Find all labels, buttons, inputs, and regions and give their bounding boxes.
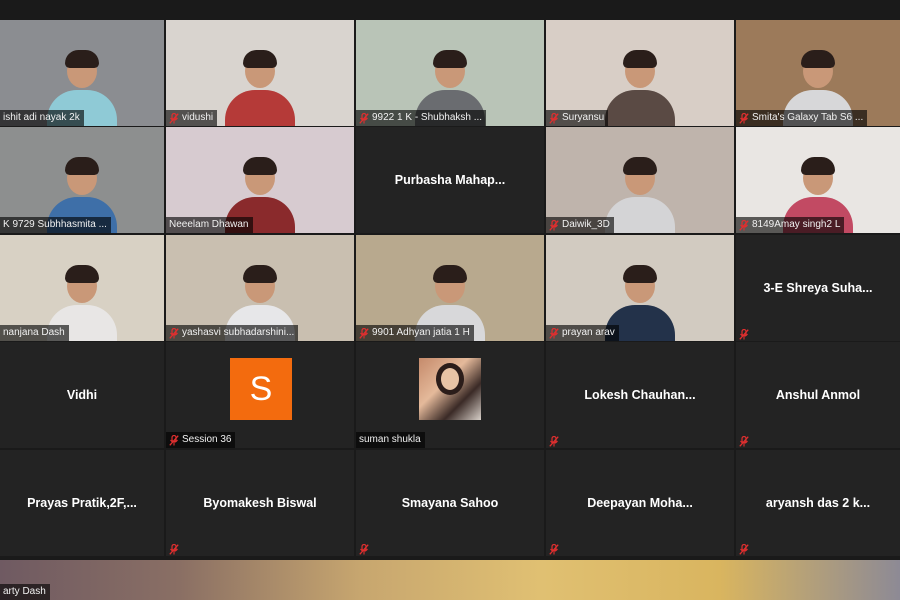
participant-tile[interactable]: suman shukla (356, 342, 544, 448)
participant-tile[interactable]: K 9729 Subhhasmita ... (0, 127, 164, 233)
participant-display-name: Vidhi (66, 388, 98, 402)
participant-gallery: ishit adi nayak 2k vidushi 9922 1 K - Shub… (0, 0, 900, 560)
participant-name-label: prayan arav (546, 325, 619, 341)
participant-name: Suryansu (562, 112, 605, 123)
participant-display-name: aryansh das 2 k... (765, 496, 871, 510)
participant-display-name: Anshul Anmol (775, 388, 861, 402)
participant-name-label: K 9729 Subhhasmita ... (0, 217, 111, 233)
participant-name: ishit adi nayak 2k (3, 112, 80, 123)
mic-muted-icon (549, 434, 559, 447)
participant-name: Session 36 (182, 434, 232, 445)
mic-muted-icon (359, 327, 369, 339)
participant-tile[interactable]: aryansh das 2 k... (736, 450, 900, 556)
participant-name-label: Neeelam Dhawan (166, 217, 253, 233)
participant-tile[interactable]: Byomakesh Biswal (166, 450, 354, 556)
participant-name-label: 9901 Adhyan jatia 1 H (356, 325, 474, 341)
participant-name: 9901 Adhyan jatia 1 H (372, 327, 470, 338)
participant-video-feed (225, 48, 295, 126)
participant-tile[interactable]: Deepayan Moha... (546, 450, 734, 556)
mic-muted-icon (739, 219, 749, 231)
participant-name-label: yashasvi subhadarshini... (166, 325, 299, 341)
participant-tile[interactable]: S Session 36 (166, 342, 354, 448)
participant-display-name: Purbasha Mahap... (394, 173, 506, 187)
mic-muted-icon (739, 434, 749, 447)
participant-name: suman shukla (359, 434, 421, 445)
participant-name: prayan arav (562, 327, 615, 338)
participant-video-feed (605, 155, 675, 233)
participant-display-name: Prayas Pratik,2F,... (27, 496, 137, 510)
mic-muted-icon (169, 327, 179, 339)
active-speaker-video[interactable]: arty Dash (0, 560, 900, 600)
participant-name: vidushi (182, 112, 214, 123)
mic-muted-icon (739, 327, 749, 340)
mic-muted-icon (739, 542, 749, 555)
participant-tile[interactable]: Neeelam Dhawan (166, 127, 354, 233)
mic-muted-icon (549, 219, 559, 231)
participant-display-name: Smayana Sahoo (401, 496, 499, 510)
participant-tile[interactable]: Suryansu (546, 20, 734, 126)
participant-tile[interactable]: Lokesh Chauhan... (546, 342, 734, 448)
profile-letter-avatar: S (230, 358, 292, 420)
participant-name-label: Session 36 (166, 432, 236, 448)
mic-muted-icon (549, 542, 559, 555)
participant-name-label: nanjana Dash (0, 325, 69, 341)
participant-name: Smita's Galaxy Tab S6 ... (752, 112, 864, 123)
mic-muted-icon (169, 434, 179, 446)
participant-tile[interactable]: ishit adi nayak 2k (0, 20, 164, 126)
participant-tile[interactable]: Anshul Anmol (736, 342, 900, 448)
participant-name-label: 8149Amay singh2 L (736, 217, 845, 233)
participant-name-label: Suryansu (546, 110, 609, 126)
participant-tile[interactable]: yashasvi subhadarshini... (166, 235, 354, 341)
mic-muted-icon (359, 112, 369, 124)
mic-muted-icon (549, 327, 559, 339)
participant-display-name: 3-E Shreya Suha... (763, 281, 873, 295)
participant-display-name: Byomakesh Biswal (203, 496, 317, 510)
participant-tile[interactable]: Daiwik_3D (546, 127, 734, 233)
participant-tile[interactable]: vidushi (166, 20, 354, 126)
participant-name: K 9729 Subhhasmita ... (3, 219, 107, 230)
participant-tile[interactable]: 3-E Shreya Suha... (736, 235, 900, 341)
participant-name: 9922 1 K - Shubhaksh ... (372, 112, 483, 123)
mic-muted-icon (169, 542, 179, 555)
mic-muted-icon (169, 112, 179, 124)
participant-name: yashasvi subhadarshini... (182, 327, 295, 338)
participant-tile[interactable]: Smayana Sahoo (356, 450, 544, 556)
participant-tile[interactable]: Smita's Galaxy Tab S6 ... (736, 20, 900, 126)
participant-name-label: 9922 1 K - Shubhaksh ... (356, 110, 487, 126)
participant-tile[interactable]: prayan arav (546, 235, 734, 341)
mic-muted-icon (549, 112, 559, 124)
participant-tile[interactable]: Vidhi (0, 342, 164, 448)
participant-tile[interactable]: nanjana Dash (0, 235, 164, 341)
active-speaker-name: arty Dash (3, 586, 46, 597)
participant-tile[interactable]: Prayas Pratik,2F,... (0, 450, 164, 556)
participant-name-label: suman shukla (356, 432, 425, 448)
participant-name-label: ishit adi nayak 2k (0, 110, 84, 126)
participant-tile[interactable]: 8149Amay singh2 L (736, 127, 900, 233)
participant-video-feed (605, 48, 675, 126)
mic-muted-icon (359, 542, 369, 555)
participant-display-name: Deepayan Moha... (587, 496, 693, 510)
participant-tile[interactable]: 9901 Adhyan jatia 1 H (356, 235, 544, 341)
participant-name: Daiwik_3D (562, 219, 610, 230)
participant-name: Neeelam Dhawan (169, 219, 249, 230)
mic-muted-icon (739, 112, 749, 124)
participant-name: 8149Amay singh2 L (752, 219, 841, 230)
participant-name-label: Smita's Galaxy Tab S6 ... (736, 110, 868, 126)
participant-display-name: Lokesh Chauhan... (584, 388, 696, 402)
active-speaker-name-label: arty Dash (0, 584, 50, 600)
participant-tile[interactable]: 9922 1 K - Shubhaksh ... (356, 20, 544, 126)
participant-name-label: Daiwik_3D (546, 217, 614, 233)
participant-name-label: vidushi (166, 110, 218, 126)
profile-photo-avatar (419, 358, 481, 420)
participant-tile[interactable]: Purbasha Mahap... (356, 127, 544, 233)
participant-name: nanjana Dash (3, 327, 65, 338)
